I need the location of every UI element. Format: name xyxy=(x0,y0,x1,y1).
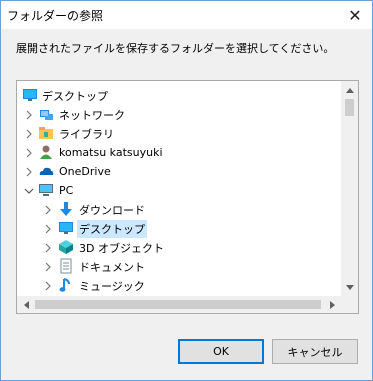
close-button[interactable]: ✕ xyxy=(338,1,372,29)
tree-label: デスクトップ xyxy=(42,89,108,103)
title-bar: フォルダーの参照 ✕ xyxy=(1,1,372,29)
arrow-up-icon xyxy=(345,87,354,93)
chevron-right-icon[interactable] xyxy=(24,110,34,120)
vertical-scrollbar[interactable] xyxy=(341,81,358,296)
chevron-right-icon[interactable] xyxy=(24,148,34,158)
desktop-icon xyxy=(23,89,37,101)
horizontal-scrollbar[interactable] xyxy=(17,296,341,313)
close-icon: ✕ xyxy=(348,5,362,25)
horizontal-scroll-thumb[interactable] xyxy=(35,300,321,309)
onedrive-icon xyxy=(39,167,54,175)
tree-label: OneDrive xyxy=(59,165,111,178)
scroll-down-button[interactable] xyxy=(341,279,358,296)
tree-label: デスクトップ xyxy=(77,219,147,238)
arrow-left-icon xyxy=(23,300,29,309)
chevron-right-icon[interactable] xyxy=(43,224,53,234)
scroll-left-button[interactable] xyxy=(17,296,34,313)
chevron-right-icon[interactable] xyxy=(43,205,53,215)
chevron-right-icon[interactable] xyxy=(24,129,34,139)
chevron-right-icon[interactable] xyxy=(43,243,53,253)
downloads-icon xyxy=(60,202,72,216)
chevron-right-icon[interactable] xyxy=(24,167,34,177)
arrow-down-icon xyxy=(345,284,354,290)
scroll-right-button[interactable] xyxy=(324,296,341,313)
chevron-right-icon[interactable] xyxy=(43,281,53,291)
cancel-button[interactable]: キャンセル xyxy=(272,339,358,364)
user-icon xyxy=(40,145,52,159)
folder-tree[interactable]: デスクトップ ネットワーク ライブラリ komatsu katsuyuki On… xyxy=(16,80,359,314)
tree-label: ダウンロード xyxy=(79,203,145,217)
folder-browse-dialog: フォルダーの参照 ✕ 展開されたファイルを保存するフォルダーを選択してください。… xyxy=(0,0,373,381)
music-icon xyxy=(59,278,70,292)
network-icon xyxy=(40,110,53,120)
3d-objects-icon xyxy=(59,240,73,254)
ok-button[interactable]: OK xyxy=(178,339,264,364)
chevron-down-icon[interactable] xyxy=(24,186,34,196)
tree-label: ミュージック xyxy=(79,279,145,293)
arrow-right-icon xyxy=(329,300,335,309)
scroll-up-button[interactable] xyxy=(341,81,358,98)
documents-icon xyxy=(60,258,72,274)
tree-label: ドキュメント xyxy=(79,260,145,274)
pc-icon xyxy=(39,184,53,196)
desktop-icon xyxy=(59,222,73,234)
vertical-scroll-thumb[interactable] xyxy=(345,99,354,116)
tree-label: ライブラリ xyxy=(59,127,114,141)
scrollbar-corner xyxy=(341,296,358,313)
tree-label: 3D オブジェクト xyxy=(79,241,164,255)
library-icon xyxy=(39,127,53,139)
instruction-text: 展開されたファイルを保存するフォルダーを選択してください。 xyxy=(16,42,335,55)
tree-label: komatsu katsuyuki xyxy=(59,146,163,159)
chevron-right-icon[interactable] xyxy=(43,262,53,272)
dialog-title: フォルダーの参照 xyxy=(7,9,104,23)
tree-label: ネットワーク xyxy=(59,108,125,122)
tree-label: PC xyxy=(59,184,74,197)
